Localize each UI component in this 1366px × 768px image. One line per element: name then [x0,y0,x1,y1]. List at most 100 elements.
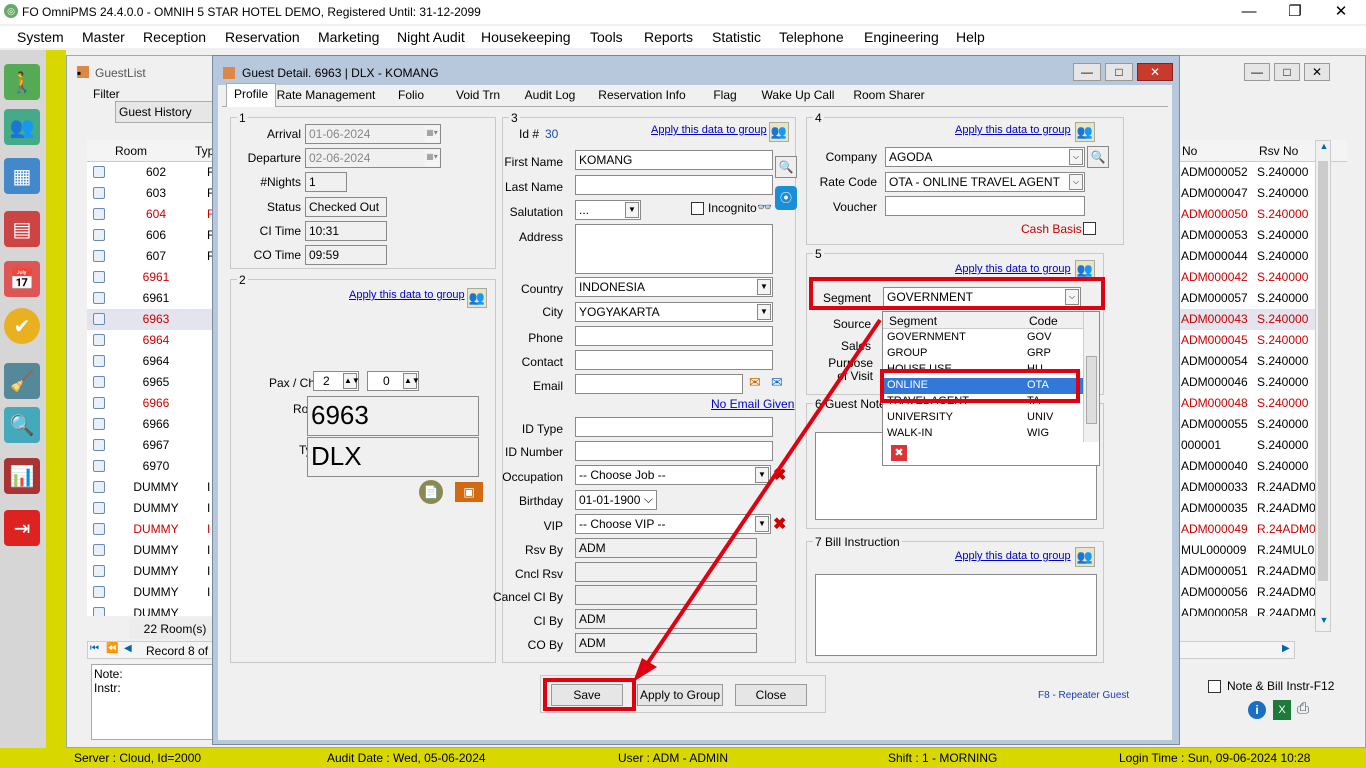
walk-in-icon[interactable]: 🚶 [4,64,40,100]
phone-input[interactable] [575,326,773,346]
chevron-down-icon[interactable]: ▼ [757,279,771,295]
cash-basis-checkbox[interactable] [1083,222,1096,235]
row-icon[interactable] [93,292,105,304]
statistics-icon[interactable]: 📊 [4,458,40,494]
rate-code-select[interactable]: OTA - ONLINE TRAVEL AGENT ⌵ [885,172,1085,192]
row-icon[interactable] [93,250,105,262]
guestlist-close[interactable]: ✕ [1304,63,1330,81]
prev-page-icon[interactable]: ⏪ [106,643,118,654]
menu-reports[interactable]: Reports [644,29,693,45]
row-icon[interactable] [93,229,105,241]
tab-wake-up-call[interactable]: Wake Up Call [758,85,838,107]
chevron-down-icon[interactable]: ▼ [625,202,639,218]
guestlist-minimize[interactable]: — [1244,63,1270,81]
row-icon[interactable] [93,334,105,346]
guestlist-restore[interactable]: □ [1274,63,1300,81]
apply-group-link-4[interactable]: Apply this data to group [955,124,1071,136]
menu-master[interactable]: Master [82,29,125,45]
floor-plan-icon[interactable]: ▦ [4,158,40,194]
add-document-icon[interactable]: 📄 [419,480,443,504]
chevron-down-icon[interactable]: ⌵ [1069,149,1083,165]
row-icon[interactable] [93,271,105,283]
tab-flag[interactable]: Flag [698,85,752,107]
close-window-button[interactable]: ✕ [1326,2,1356,22]
prev-record-icon[interactable]: ◀ [124,643,132,654]
excel-icon[interactable]: X [1273,700,1291,720]
chevron-down-icon[interactable]: ⌵ [1069,174,1083,190]
group-people-icon[interactable]: 👥 [467,288,487,308]
apply-group-link-3[interactable]: Apply this data to group [651,124,767,136]
menu-statistic[interactable]: Statistic [712,29,761,45]
restore-button[interactable]: ❐ [1280,2,1310,22]
dropdown-item[interactable]: GOVERNMENT GOV [883,330,1083,346]
col-no[interactable]: No [1182,144,1197,158]
vip-select[interactable]: -- Choose VIP -- ▼ [575,514,771,534]
close-button[interactable]: Close [735,684,807,706]
menu-help[interactable]: Help [956,29,985,45]
id-number-input[interactable] [575,441,773,461]
filter-value[interactable]: Guest History [115,101,215,123]
first-record-icon[interactable]: ⏮ [90,643,99,654]
search-icon[interactable]: 🔍 [775,156,797,178]
vertical-scrollbar[interactable]: ▲ ▼ [1315,140,1331,632]
room-grid-icon[interactable]: ▤ [4,211,40,247]
row-icon[interactable] [93,313,105,325]
dropdown-clear-icon[interactable]: ✖ [891,445,907,461]
voucher-input[interactable] [885,196,1085,216]
calendar-dropdown-icon[interactable]: ▦▾ [425,150,439,166]
scroll-right-icon[interactable]: ▶ [1282,643,1290,654]
note-bill-checkbox[interactable] [1208,680,1221,693]
row-icon[interactable] [93,355,105,367]
col-rsv[interactable]: Rsv No [1259,144,1298,158]
birthday-picker[interactable]: 01-01-1900 ⌵ [575,490,657,510]
badge-icon[interactable]: ✔ [4,308,40,344]
row-icon[interactable] [93,397,105,409]
menu-housekeeping[interactable]: Housekeeping [481,29,571,45]
address-input[interactable] [575,224,773,274]
row-icon[interactable] [93,376,105,388]
chevron-down-icon[interactable]: ▼ [755,467,769,483]
menu-engineering[interactable]: Engineering [864,29,939,45]
arrival-field[interactable]: 01-06-2024 ▦▾ [305,124,441,144]
menu-night-audit[interactable]: Night Audit [397,29,465,45]
tab-folio[interactable]: Folio [378,85,444,107]
email-input[interactable] [575,374,743,394]
menu-marketing[interactable]: Marketing [318,29,379,45]
apply-to-group-button[interactable]: Apply to Group [637,684,723,706]
id-card-icon[interactable]: ▣ [455,482,483,502]
tab-profile[interactable]: Profile [226,83,276,107]
last-name-input[interactable] [575,175,773,195]
calendar-icon[interactable]: 📅 [4,261,40,297]
company-search-icon[interactable]: 🔍 [1087,146,1109,168]
tab-reservation-info[interactable]: Reservation Info [592,85,692,107]
stepper-icon[interactable]: ▲▼ [403,373,418,389]
row-icon[interactable] [93,502,105,514]
row-icon[interactable] [93,208,105,220]
menu-system[interactable]: System [17,29,64,45]
row-icon[interactable] [93,586,105,598]
tab-rate-management[interactable]: Rate Management [276,85,376,107]
row-icon[interactable] [93,544,105,556]
menu-reception[interactable]: Reception [143,29,206,45]
dropdown-scrollbar[interactable] [1083,312,1099,442]
row-icon[interactable] [93,187,105,199]
no-email-given-link[interactable]: No Email Given [711,397,794,411]
company-select[interactable]: AGODA ⌵ [885,147,1085,167]
location-pin-icon[interactable]: ⦿ [775,186,797,210]
incognito-checkbox[interactable] [691,202,704,215]
first-name-input[interactable]: KOMANG [575,150,773,170]
tab-room-sharer[interactable]: Room Sharer [846,85,932,107]
salutation-select[interactable]: ... ▼ [575,200,641,220]
chevron-down-icon[interactable]: ⌵ [644,492,653,507]
calendar-dropdown-icon[interactable]: ▦▾ [425,126,439,142]
print-icon[interactable]: ⎙ [1297,700,1317,720]
stepper-icon[interactable]: ▲▼ [343,373,358,389]
group-people-icon[interactable]: 👥 [769,122,789,142]
child-stepper[interactable]: 0 ▲▼ [367,371,419,391]
id-type-input[interactable] [575,417,773,437]
chevron-down-icon[interactable]: ▼ [755,516,769,532]
apply-group-link-7[interactable]: Apply this data to group [955,550,1071,562]
chevron-down-icon[interactable]: ▼ [757,304,771,320]
note-area[interactable]: Note: Instr: [91,664,221,740]
search-chart-icon[interactable]: 🔍 [4,407,40,443]
